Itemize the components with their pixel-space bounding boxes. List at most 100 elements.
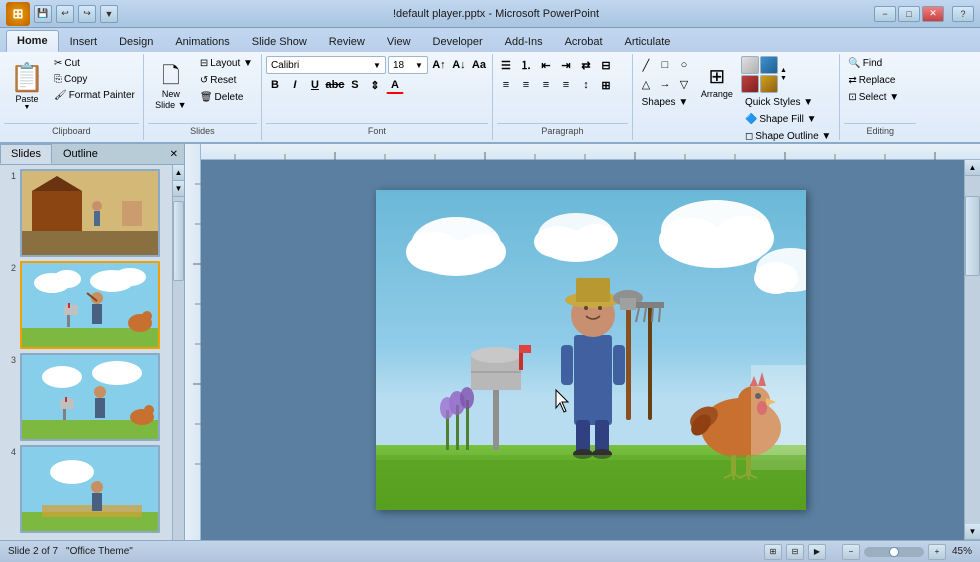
columns-button[interactable]: ⊟ — [597, 56, 615, 74]
replace-button[interactable]: ⇄ Replace — [844, 73, 899, 88]
zoom-slider[interactable] — [864, 547, 924, 557]
qs-down[interactable]: ▼ — [780, 75, 787, 82]
spacing-button[interactable]: ⇕ — [366, 76, 384, 94]
line-spacing-button[interactable]: ↕ — [577, 76, 595, 94]
customize-button[interactable]: ▼ — [100, 5, 118, 23]
slide-thumb-4[interactable] — [20, 445, 160, 533]
shape-fill-button[interactable]: 🔷 Shape Fill ▼ — [741, 112, 835, 127]
view-normal[interactable]: ⊞ — [764, 544, 782, 560]
paste-button[interactable]: 📋 Paste ▼ — [4, 56, 50, 116]
save-button[interactable]: 💾 — [34, 5, 52, 23]
slides-scroll-down[interactable]: ▼ — [173, 181, 184, 197]
tab-design[interactable]: Design — [108, 30, 164, 52]
shape-triangle[interactable]: △ — [637, 75, 655, 93]
decrease-indent-button[interactable]: ⇤ — [537, 56, 555, 74]
slides-scroll-up[interactable]: ▲ — [173, 165, 184, 181]
zoom-out-button[interactable]: − — [842, 544, 860, 560]
tab-slideshow[interactable]: Slide Show — [241, 30, 318, 52]
undo-button[interactable]: ↩ — [56, 5, 74, 23]
tab-animations[interactable]: Animations — [164, 30, 240, 52]
slides-panel-close[interactable]: ✕ — [164, 144, 184, 164]
qs-item-4[interactable] — [760, 75, 778, 93]
view-slide-sorter[interactable]: ⊟ — [786, 544, 804, 560]
redo-button[interactable]: ↪ — [78, 5, 96, 23]
qs-item-3[interactable] — [741, 75, 759, 93]
slides-scrollbar[interactable]: ▲ ▼ — [172, 165, 184, 540]
copy-button[interactable]: ⎘Copy — [50, 72, 139, 87]
shape-outline-button[interactable]: ◻ Shape Outline ▼ — [741, 129, 835, 144]
tab-view[interactable]: View — [376, 30, 422, 52]
rtl-button[interactable]: ⇄ — [577, 56, 595, 74]
help-button[interactable]: ? — [952, 6, 974, 22]
zoom-in-button[interactable]: + — [928, 544, 946, 560]
canvas-scroll-down[interactable]: ▼ — [965, 524, 980, 540]
slides-tab[interactable]: Slides — [0, 144, 52, 164]
slide-thumb-3[interactable] — [20, 353, 160, 441]
slide-thumb-2[interactable] — [20, 261, 160, 349]
arrange-button[interactable]: ⊞ Arrange — [697, 56, 737, 106]
reset-button[interactable]: ↺Reset — [196, 73, 257, 88]
tab-articulate[interactable]: Articulate — [614, 30, 682, 52]
tab-review[interactable]: Review — [318, 30, 376, 52]
office-button[interactable]: ⊞ — [6, 2, 30, 26]
shape-ellipse[interactable]: ○ — [675, 56, 693, 74]
numbering-button[interactable]: ⒈ — [517, 56, 535, 74]
font-name-combo[interactable]: Calibri▼ — [266, 56, 386, 74]
view-slideshow[interactable]: ▶ — [808, 544, 826, 560]
quick-styles-button[interactable]: Quick Styles ▼ — [741, 95, 835, 110]
slide-item-2[interactable]: 2 — [4, 261, 168, 349]
slide-number-4: 4 — [4, 445, 16, 457]
increase-indent-button[interactable]: ⇥ — [557, 56, 575, 74]
shape-rect[interactable]: □ — [656, 56, 674, 74]
font-size-combo[interactable]: 18▼ — [388, 56, 428, 74]
new-slide-button[interactable]: 🗋 NewSlide ▼ — [148, 56, 194, 120]
qs-item-2[interactable] — [760, 56, 778, 74]
slides-scroll-thumb[interactable] — [173, 201, 184, 281]
slide-thumb-1[interactable] — [20, 169, 160, 257]
select-button[interactable]: ⊡ Select ▼ — [844, 90, 903, 105]
minimize-button[interactable]: − — [874, 6, 896, 22]
underline-button[interactable]: U — [306, 76, 324, 94]
tab-acrobat[interactable]: Acrobat — [554, 30, 614, 52]
canvas-scroll-thumb[interactable] — [965, 196, 980, 276]
shrink-font-button[interactable]: A↓ — [450, 56, 468, 74]
shape-arrow[interactable]: → — [656, 75, 674, 93]
bold-button[interactable]: B — [266, 76, 284, 94]
shape-line[interactable]: ╱ — [637, 56, 655, 74]
tab-developer[interactable]: Developer — [422, 30, 494, 52]
qs-item-1[interactable] — [741, 56, 759, 74]
grow-font-button[interactable]: A↑ — [430, 56, 448, 74]
group-font-label: Font — [266, 123, 488, 138]
outline-tab[interactable]: Outline — [52, 144, 109, 164]
slide-item-3[interactable]: 3 — [4, 353, 168, 441]
find-button[interactable]: 🔍 Find — [844, 56, 886, 71]
tab-home[interactable]: Home — [6, 30, 59, 52]
align-left-button[interactable]: ≡ — [497, 76, 515, 94]
maximize-button[interactable]: □ — [898, 6, 920, 22]
bullets-button[interactable]: ☰ — [497, 56, 515, 74]
qs-up[interactable]: ▲ — [780, 67, 787, 74]
clear-format-button[interactable]: Aa — [470, 56, 488, 74]
justify-button[interactable]: ≡ — [557, 76, 575, 94]
zoom-thumb[interactable] — [889, 547, 899, 557]
italic-button[interactable]: I — [286, 76, 304, 94]
align-right-button[interactable]: ≡ — [537, 76, 555, 94]
close-button[interactable]: ✕ — [922, 6, 944, 22]
slide-canvas[interactable] — [376, 190, 806, 510]
tab-addins[interactable]: Add-Ins — [494, 30, 554, 52]
strikethrough-button[interactable]: abc — [326, 76, 344, 94]
shape-more[interactable]: ▽ — [675, 75, 693, 93]
canvas-scroll-up[interactable]: ▲ — [965, 160, 980, 176]
font-color-button[interactable]: A — [386, 76, 404, 94]
slide-item-1[interactable]: 1 — [4, 169, 168, 257]
align-center-button[interactable]: ≡ — [517, 76, 535, 94]
layout-button[interactable]: ⊟Layout ▼ — [196, 56, 257, 71]
text-direction-button[interactable]: ⊞ — [597, 76, 615, 94]
shapes-dropdown-button[interactable]: Shapes ▼ — [638, 95, 693, 110]
shadow-button[interactable]: S — [346, 76, 364, 94]
cut-button[interactable]: ✂Cut — [50, 56, 139, 71]
format-painter-button[interactable]: 🖌Format Painter — [50, 88, 139, 103]
slide-item-4[interactable]: 4 — [4, 445, 168, 533]
delete-button[interactable]: 🗑Delete — [196, 90, 257, 105]
tab-insert[interactable]: Insert — [59, 30, 109, 52]
